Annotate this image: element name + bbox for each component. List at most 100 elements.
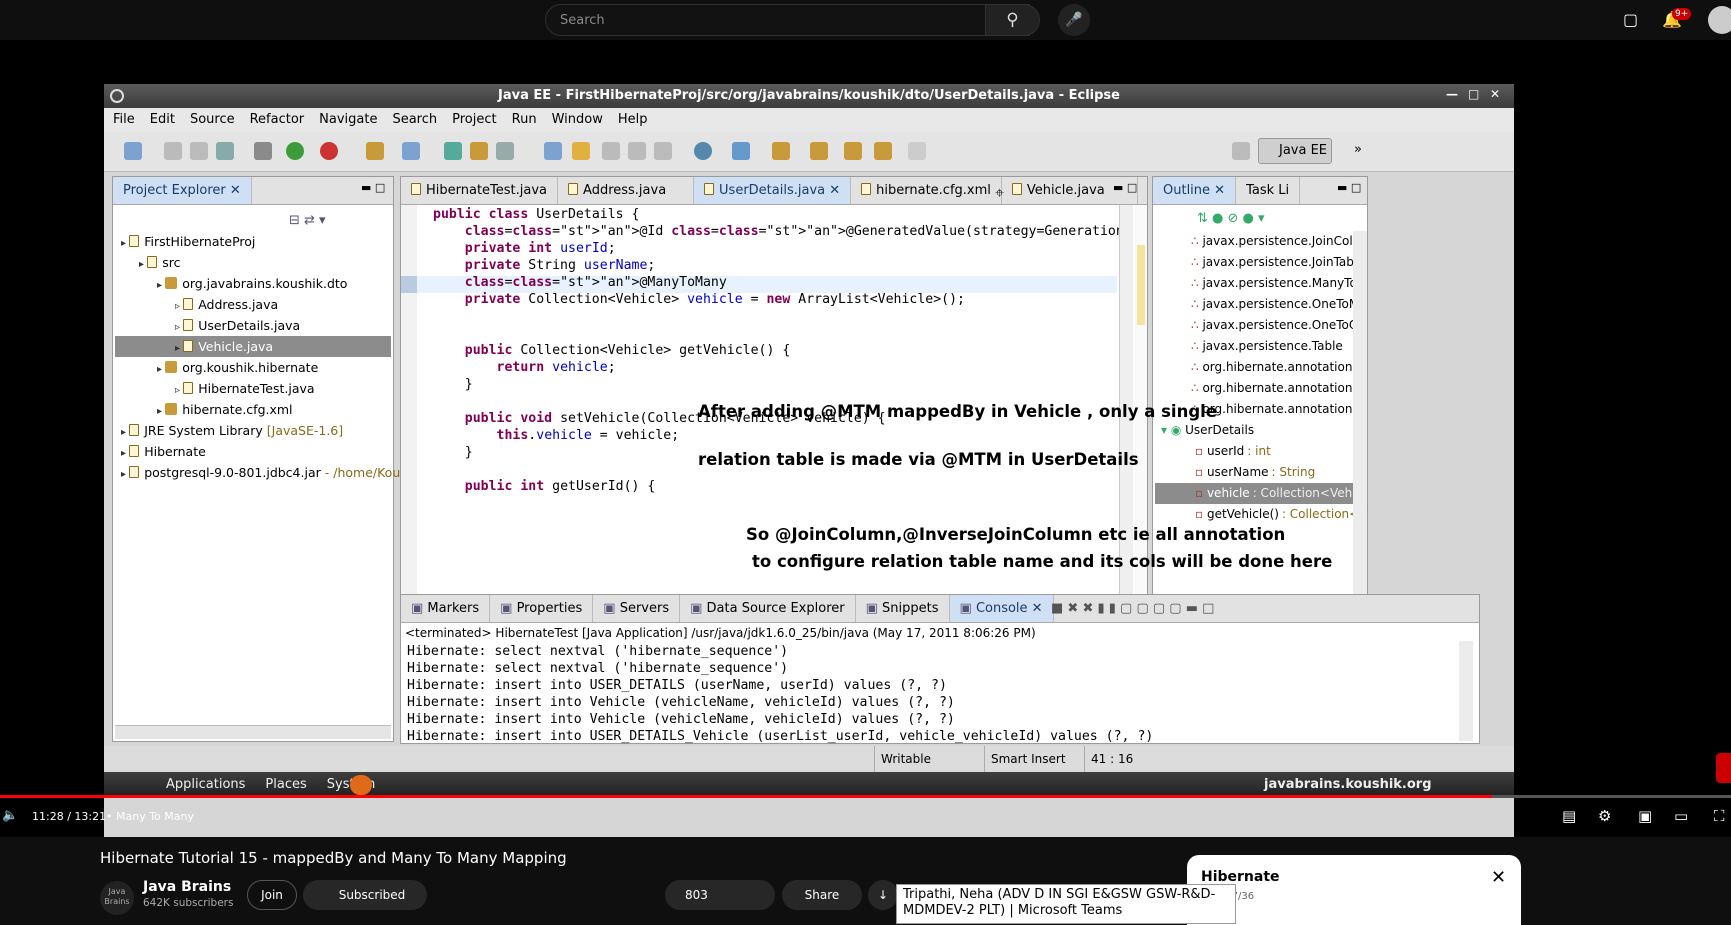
tab-address-java[interactable]: Address.java (558, 177, 695, 204)
open-perspective-icon[interactable] (1232, 142, 1250, 160)
tree-item[interactable]: ▸ hibernate.cfg.xml (115, 399, 391, 420)
download-icon[interactable]: ↓ (868, 880, 898, 910)
join-button[interactable]: Join (247, 880, 297, 910)
print-icon[interactable] (216, 142, 234, 160)
console-scrollbar[interactable] (1459, 641, 1473, 741)
tree-item[interactable]: ▸ org.koushik.hibernate (115, 357, 391, 378)
tree-item[interactable]: ▹ UserDetails.java (115, 315, 391, 336)
tab-outline[interactable]: Outline ✕ (1153, 177, 1237, 204)
minimize-outline-icon[interactable]: ▬ □ (1337, 181, 1361, 194)
expand-arrow-icon[interactable]: ▹ (175, 322, 183, 333)
mark-occurrences-icon[interactable] (572, 142, 590, 160)
maximize-icon[interactable]: □ (1468, 87, 1479, 101)
menu-navigate[interactable]: Navigate (310, 108, 383, 127)
avatar[interactable] (1708, 6, 1731, 34)
settings-gear-icon[interactable]: ⚙ (1598, 807, 1611, 825)
tab-snippets[interactable]: ▣ Snippets (856, 595, 950, 622)
tree-item[interactable]: ▸ Hibernate (115, 441, 391, 462)
outline-item[interactable]: ∴ javax.persistence.JoinColu (1155, 231, 1360, 252)
gnome-menu-applications[interactable]: Applications (166, 777, 245, 792)
tree-item[interactable]: ▸ JRE System Library [JavaSE-1.6] (115, 420, 391, 441)
close-tab-icon[interactable]: ✕ (829, 183, 840, 198)
menu-source[interactable]: Source (181, 108, 241, 127)
outline-item[interactable]: ∴ org.hibernate.annotations (1155, 357, 1359, 378)
tab-task-li[interactable]: Task Li (1236, 177, 1301, 204)
outline-item[interactable]: ∴ javax.persistence.JoinTabl (1155, 252, 1357, 273)
perspective-java-ee[interactable]: Java EE (1258, 138, 1332, 164)
outline-toolbar-icons[interactable]: ⇅ ● ⊘ ● ▾ (1197, 211, 1265, 226)
tree-item[interactable]: ▸ FirstHibernateProj (115, 231, 391, 252)
tree-item[interactable]: ▸ postgresql-9.0-801.jdbc4.jar - /home/Ko… (115, 462, 400, 483)
outline-item[interactable]: ∴ javax.persistence.OneToO (1155, 315, 1358, 336)
console-output[interactable]: Hibernate: select nextval ('hibernate_se… (407, 643, 1447, 762)
theater-icon[interactable]: ▭ (1674, 807, 1688, 825)
close-icon[interactable]: ✕ (1490, 87, 1500, 101)
menu-search[interactable]: Search (383, 108, 443, 127)
outline-item[interactable]: ▫ userName: String (1155, 462, 1353, 483)
toggle-breadcrumb-icon[interactable] (544, 142, 562, 160)
subscribe-watermark-icon[interactable] (1716, 753, 1731, 783)
playlist-card[interactable]: Hibernate ins - 17/36 ✕ (1187, 855, 1521, 925)
previous-annotation-icon[interactable] (810, 142, 828, 160)
open-type-icon[interactable] (444, 142, 462, 160)
minimize-icon[interactable]: — (1446, 87, 1458, 101)
search-tool-icon[interactable] (496, 142, 514, 160)
perspective-overflow-icon[interactable]: » (1354, 142, 1362, 157)
tab-markers[interactable]: ▣ Markers (401, 595, 491, 622)
tree-item[interactable]: ▹ HibernateTest.java (115, 378, 391, 399)
expand-arrow-icon[interactable]: ▸ (139, 259, 147, 270)
tab-userdetails-java[interactable]: UserDetails.java ✕ (694, 177, 852, 204)
expand-arrow-icon[interactable]: ▸ (157, 406, 165, 417)
pin-editor-icon[interactable] (732, 142, 750, 160)
new-class-icon[interactable] (402, 142, 420, 160)
tab-hibernate-cfg-xml[interactable]: hibernate.cfg.xml (851, 177, 1002, 204)
outline-item[interactable]: ∴ javax.persistence.OneToM (1155, 294, 1359, 315)
outline-item[interactable]: ∴ javax.persistence.ManyTo (1155, 273, 1357, 294)
external-tools-icon[interactable] (320, 142, 338, 160)
window-menu-icon[interactable] (110, 89, 124, 103)
tree-item[interactable]: ▸ src (115, 252, 391, 273)
tab-project-explorer[interactable]: Project Explorer ✕ (113, 177, 252, 204)
teams-notification[interactable]: Tripathi, Neha (ADV D IN SGI E&GSW GSW-R… (896, 884, 1236, 924)
run-icon[interactable] (286, 142, 304, 160)
tab-hibernatetest-java[interactable]: HibernateTest.java (401, 177, 559, 204)
tree-item[interactable]: ▸ org.javabrains.koushik.dto (115, 273, 391, 294)
minimize-view-icon[interactable]: ▬ □ (361, 181, 385, 194)
channel-name[interactable]: Java Brains (143, 879, 231, 895)
expand-arrow-icon[interactable]: ▹ (175, 301, 183, 312)
tab-data-source-explorer[interactable]: ▣ Data Source Explorer (680, 595, 856, 622)
outline-item[interactable]: ∴ javax.persistence.Table (1155, 336, 1353, 357)
new-server-icon[interactable] (366, 142, 384, 160)
chapter-title[interactable]: • Many To Many (106, 810, 194, 823)
menu-run[interactable]: Run (503, 108, 543, 127)
fullscreen-icon[interactable]: ⛶ (1714, 807, 1725, 825)
expand-arrow-icon[interactable]: ▸ (121, 427, 129, 438)
share-button[interactable]: Share (782, 880, 862, 910)
menu-refactor[interactable]: Refactor (241, 108, 311, 127)
maximize-editor-icon[interactable]: ▬ □ (1113, 181, 1137, 194)
search-input[interactable]: Search (545, 4, 1030, 36)
video-player[interactable]: Java EE - FirstHibernateProj/src/org/jav… (0, 40, 1731, 874)
like-button[interactable]: 803 (665, 880, 775, 910)
next-annotation-icon[interactable] (772, 142, 790, 160)
menu-edit[interactable]: Edit (141, 108, 181, 127)
create-icon[interactable]: ▢ (1623, 10, 1638, 29)
progress-bar[interactable] (0, 795, 1493, 798)
firefox-icon[interactable] (350, 775, 372, 795)
web-browser-icon[interactable] (694, 142, 712, 160)
console-toolbar-icons[interactable]: ■ ✖ ✖ ▮ ▮ ▢ ▢ ▢ ▢ ▬ □ (1051, 601, 1214, 616)
debug-icon[interactable] (254, 142, 272, 160)
outline-item[interactable]: ▫ vehicle: Collection<Vehic (1155, 483, 1362, 504)
open-folder-icon[interactable] (470, 142, 488, 160)
tab-servers[interactable]: ▣ Servers (593, 595, 681, 622)
miniplayer-icon[interactable]: ▣ (1638, 807, 1652, 825)
horizontal-scrollbar[interactable] (115, 725, 391, 739)
gnome-menu-places[interactable]: Places (265, 777, 306, 792)
tab-properties[interactable]: ▣ Properties (490, 595, 594, 622)
expand-arrow-icon[interactable]: ▸ (157, 280, 165, 291)
subscribed-button[interactable]: Subscribed (303, 880, 427, 910)
volume-icon[interactable]: 🔈 (2, 808, 18, 823)
collapse-all-icon[interactable]: ⊟ ⇄ ▾ (289, 213, 326, 228)
new-icon[interactable] (124, 142, 142, 160)
menu-project[interactable]: Project (443, 108, 502, 127)
